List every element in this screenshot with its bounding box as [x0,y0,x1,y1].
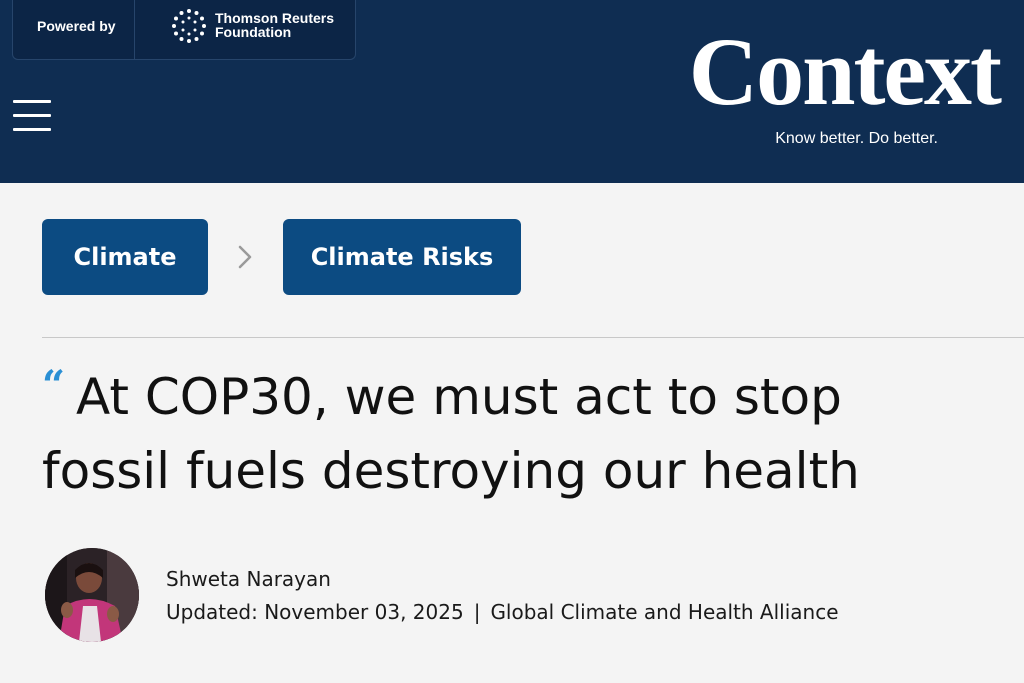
author-organization: Global Climate and Health Alliance [490,600,839,624]
partner-name: Thomson Reuters Foundation [215,11,355,39]
brand-name: Context [688,18,1002,125]
opinion-quote-icon: “ [42,362,66,409]
article-headline: “ At COP30, we must act to stop fossil f… [42,360,1002,508]
hamburger-menu-icon[interactable] [13,98,53,134]
chevron-right-icon [238,245,252,269]
title-line-2: fossil fuels destroying our health [42,442,860,500]
thomson-reuters-foundation-logo[interactable]: Thomson Reuters Foundation [171,8,351,48]
breadcrumb: Climate Climate Risks [42,219,642,295]
site-header: Powered by Thomson Reuters Foundation Co… [0,0,1024,183]
updated-date: Updated: November 03, 2025 [166,600,464,624]
section-divider [42,337,1024,338]
author-photo [45,548,139,642]
breadcrumb-climate[interactable]: Climate [42,219,208,295]
author-name[interactable]: Shweta Narayan [166,566,331,592]
brand-tagline: Know better. Do better. [775,130,938,147]
title-line-1: At COP30, we must act to stop [76,368,842,426]
author-avatar[interactable] [45,548,139,642]
powered-by-banner[interactable]: Powered by Thomson Reuters Foundation [12,0,356,60]
dotted-circle-logo-icon [172,9,206,43]
site-logo[interactable]: Context Know better. Do better. [680,18,1002,162]
page-title: At COP30, we must act to stop fossil fue… [42,360,1002,508]
banner-divider [134,0,135,60]
meta-separator: | [473,600,481,624]
partner-name-line2: Foundation [215,24,292,40]
powered-by-label: Powered by [37,18,116,34]
article-meta: Updated: November 03, 2025 | Global Climat… [166,599,839,625]
breadcrumb-climate-risks[interactable]: Climate Risks [283,219,521,295]
